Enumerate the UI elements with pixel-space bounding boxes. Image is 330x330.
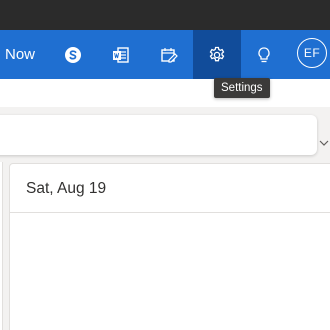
app-header-bar: Now EF [0,30,330,79]
left-panel-edge [0,162,3,330]
outlook-window: Now EF Settings Sat, Aug 19 [0,0,330,330]
lightbulb-icon [254,45,274,65]
subheader-bar [0,79,330,107]
day-title: Sat, Aug 19 [26,180,107,197]
gear-icon [207,45,227,65]
settings-button[interactable] [193,30,241,79]
account-avatar[interactable]: EF [297,38,327,68]
office-apps-icon [111,45,131,65]
my-day-icon [159,45,179,65]
meet-now-button[interactable]: Now [5,30,35,79]
chevron-down-icon[interactable] [318,137,330,149]
browser-titlebar [0,0,330,30]
my-day-button[interactable] [146,30,192,79]
office-apps-button[interactable] [98,30,144,79]
day-view-pane: Sat, Aug 19 [9,163,330,330]
skype-icon [63,45,83,65]
ribbon-toolbar [0,115,317,155]
settings-tooltip: Settings [214,78,270,98]
day-divider [10,212,330,213]
tips-button[interactable] [241,30,287,79]
skype-button[interactable] [50,30,96,79]
